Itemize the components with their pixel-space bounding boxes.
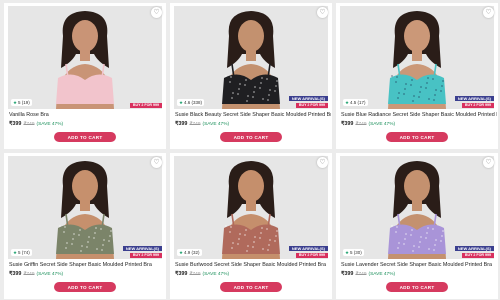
heart-outline-icon[interactable]: ♡ bbox=[317, 157, 328, 168]
offer-badge: BUY 2 FOR 999 bbox=[129, 103, 162, 108]
price: ₹399 bbox=[9, 271, 22, 277]
add-to-cart-button[interactable]: ADD TO CART bbox=[386, 132, 448, 142]
product-image[interactable]: ★4.6 (338) NEW ARRIVAL(S) BUY 2 FOR 999 bbox=[174, 6, 328, 109]
product-card[interactable]: ★5 (74) NEW ARRIVAL(S) BUY 2 FOR 999 ♡ S… bbox=[4, 153, 166, 299]
add-to-cart-button[interactable]: ADD TO CART bbox=[220, 132, 282, 142]
product-name[interactable]: Susie Lavender Secret Side Shaper Basic … bbox=[341, 262, 497, 269]
mrp: ₹749 bbox=[189, 272, 201, 277]
mrp: ₹749 bbox=[355, 272, 367, 277]
star-icon: ★ bbox=[345, 250, 350, 255]
rating-badge: ★4.9 (32) bbox=[177, 249, 202, 256]
rating-badge: ★5 (74) bbox=[11, 249, 32, 256]
price: ₹399 bbox=[9, 121, 22, 127]
rating-value: 4.5 (17) bbox=[350, 100, 366, 105]
product-image[interactable]: ★5 (19) BUY 2 FOR 999 bbox=[8, 6, 162, 109]
rating-value: 5 (19) bbox=[18, 100, 30, 105]
add-to-cart-button[interactable]: ADD TO CART bbox=[386, 282, 448, 292]
product-name[interactable]: Susie Griffin Secret Side Shaper Basic M… bbox=[9, 262, 165, 269]
save-percent: (SAVE 47%) bbox=[36, 122, 64, 127]
save-percent: (SAVE 47%) bbox=[368, 122, 396, 127]
mrp: ₹749 bbox=[189, 122, 201, 127]
rating-value: 4.6 (338) bbox=[184, 100, 203, 105]
heart-outline-icon[interactable]: ♡ bbox=[483, 157, 494, 168]
rating-badge: ★5 (30) bbox=[343, 249, 364, 256]
product-card[interactable]: ★4.5 (17) NEW ARRIVAL(S) BUY 2 FOR 999 ♡… bbox=[336, 3, 498, 149]
save-percent: (SAVE 47%) bbox=[36, 272, 64, 277]
offer-badge: BUY 2 FOR 999 bbox=[129, 253, 162, 258]
product-card[interactable]: ★5 (19) BUY 2 FOR 999 ♡ Vanilla Rose Bra… bbox=[4, 3, 166, 149]
price-row: ₹399 ₹749 (SAVE 47%) bbox=[9, 271, 63, 278]
save-percent: (SAVE 47%) bbox=[368, 272, 396, 277]
mrp: ₹749 bbox=[23, 122, 35, 127]
product-image[interactable]: ★5 (74) NEW ARRIVAL(S) BUY 2 FOR 999 bbox=[8, 156, 162, 259]
product-card[interactable]: ★4.6 (338) NEW ARRIVAL(S) BUY 2 FOR 999 … bbox=[170, 3, 332, 149]
product-name[interactable]: Vanilla Rose Bra bbox=[9, 112, 165, 119]
price-row: ₹399 ₹749 (SAVE 47%) bbox=[175, 121, 229, 128]
mrp: ₹749 bbox=[23, 272, 35, 277]
product-name[interactable]: Susie Burlwood Secret Side Shaper Basic … bbox=[175, 262, 331, 269]
rating-value: 4.9 (32) bbox=[184, 250, 200, 255]
offer-badge: BUY 2 FOR 999 bbox=[461, 103, 494, 108]
heart-outline-icon[interactable]: ♡ bbox=[151, 157, 162, 168]
product-image[interactable]: ★4.9 (32) NEW ARRIVAL(S) BUY 2 FOR 999 bbox=[174, 156, 328, 259]
product-grid: ★5 (19) BUY 2 FOR 999 ♡ Vanilla Rose Bra… bbox=[0, 0, 500, 300]
new-arrival-badge: NEW ARRIVAL(S) bbox=[288, 246, 328, 251]
new-arrival-badge: NEW ARRIVAL(S) bbox=[288, 96, 328, 101]
price: ₹399 bbox=[341, 121, 354, 127]
rating-badge: ★5 (19) bbox=[11, 99, 32, 106]
heart-outline-icon[interactable]: ♡ bbox=[317, 7, 328, 18]
offer-badge: BUY 2 FOR 999 bbox=[295, 103, 328, 108]
new-arrival-badge: NEW ARRIVAL(S) bbox=[454, 246, 494, 251]
rating-value: 5 (30) bbox=[350, 250, 362, 255]
price: ₹399 bbox=[341, 271, 354, 277]
price-row: ₹399 ₹749 (SAVE 47%) bbox=[341, 271, 395, 278]
product-card[interactable]: ★5 (30) NEW ARRIVAL(S) BUY 2 FOR 999 ♡ S… bbox=[336, 153, 498, 299]
star-icon: ★ bbox=[13, 250, 18, 255]
rating-value: 5 (74) bbox=[18, 250, 30, 255]
product-name[interactable]: Susie Black Beauty Secret Side Shaper Ba… bbox=[175, 112, 331, 119]
add-to-cart-button[interactable]: ADD TO CART bbox=[220, 282, 282, 292]
star-icon: ★ bbox=[179, 100, 184, 105]
price: ₹399 bbox=[175, 271, 188, 277]
offer-badge: BUY 2 FOR 999 bbox=[461, 253, 494, 258]
product-image[interactable]: ★5 (30) NEW ARRIVAL(S) BUY 2 FOR 999 bbox=[340, 156, 494, 259]
save-percent: (SAVE 47%) bbox=[202, 272, 230, 277]
add-to-cart-button[interactable]: ADD TO CART bbox=[54, 132, 116, 142]
product-image[interactable]: ★4.5 (17) NEW ARRIVAL(S) BUY 2 FOR 999 bbox=[340, 6, 494, 109]
heart-outline-icon[interactable]: ♡ bbox=[151, 7, 162, 18]
add-to-cart-button[interactable]: ADD TO CART bbox=[54, 282, 116, 292]
star-icon: ★ bbox=[345, 100, 350, 105]
offer-badge: BUY 2 FOR 999 bbox=[295, 253, 328, 258]
save-percent: (SAVE 47%) bbox=[202, 122, 230, 127]
rating-badge: ★4.6 (338) bbox=[177, 99, 205, 106]
star-icon: ★ bbox=[13, 100, 18, 105]
star-icon: ★ bbox=[179, 250, 184, 255]
price-row: ₹399 ₹749 (SAVE 47%) bbox=[9, 121, 63, 128]
price-row: ₹399 ₹749 (SAVE 47%) bbox=[341, 121, 395, 128]
new-arrival-badge: NEW ARRIVAL(S) bbox=[122, 246, 162, 251]
heart-outline-icon[interactable]: ♡ bbox=[483, 7, 494, 18]
product-card[interactable]: ★4.9 (32) NEW ARRIVAL(S) BUY 2 FOR 999 ♡… bbox=[170, 153, 332, 299]
price: ₹399 bbox=[175, 121, 188, 127]
mrp: ₹749 bbox=[355, 122, 367, 127]
rating-badge: ★4.5 (17) bbox=[343, 99, 368, 106]
new-arrival-badge: NEW ARRIVAL(S) bbox=[454, 96, 494, 101]
price-row: ₹399 ₹749 (SAVE 47%) bbox=[175, 271, 229, 278]
product-name[interactable]: Susie Blue Radiance Secret Side Shaper B… bbox=[341, 112, 497, 119]
